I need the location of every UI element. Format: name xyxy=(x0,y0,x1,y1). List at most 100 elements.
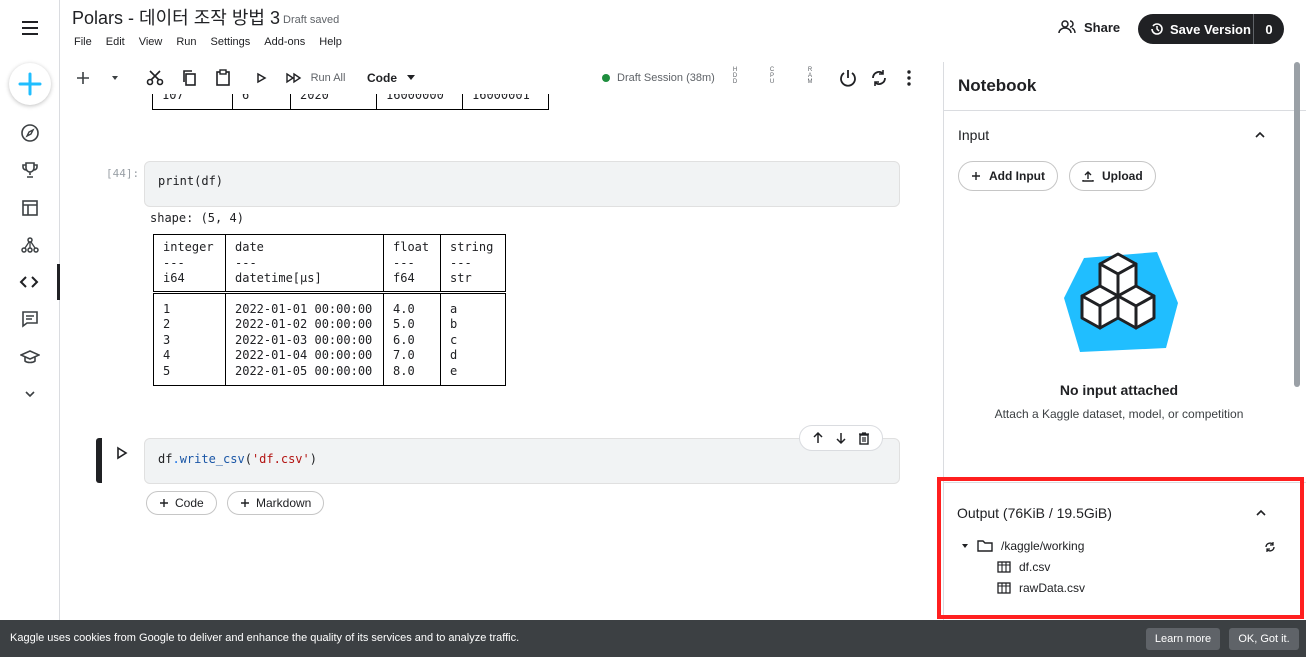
code-icon[interactable] xyxy=(0,264,60,300)
csv-file-icon xyxy=(997,561,1011,573)
session-dot-icon xyxy=(602,74,610,82)
chevron-down-icon[interactable] xyxy=(0,376,60,412)
column-header: float --- f64 xyxy=(383,234,441,292)
menu-file[interactable]: File xyxy=(74,36,92,48)
session-status[interactable]: Draft Session (38m) xyxy=(602,62,722,94)
add-code-label: Code xyxy=(175,496,204,510)
ok-got-it-button[interactable]: OK, Got it. xyxy=(1229,628,1299,650)
code-dot: . xyxy=(172,452,180,466)
output-section-heading[interactable]: Output (76KiB / 19.5GiB) xyxy=(957,505,1112,521)
compass-icon[interactable] xyxy=(0,115,60,151)
add-markdown-label: Markdown xyxy=(256,496,312,510)
upload-button[interactable]: Upload xyxy=(1069,161,1156,191)
add-code-cell-button[interactable]: Code xyxy=(146,491,217,515)
notebook-toolbar: Run All Code Draft Session (38m) HDD CPU… xyxy=(60,62,942,94)
share-button[interactable]: Share xyxy=(1058,19,1120,35)
folder-path: /kaggle/working xyxy=(1001,539,1085,553)
notebook-title[interactable]: Polars - 데이터 조작 방법 3 xyxy=(72,4,280,30)
create-new-button[interactable] xyxy=(9,63,51,105)
restart-icon[interactable] xyxy=(868,62,890,94)
menu-add-ons[interactable]: Add-ons xyxy=(264,36,305,48)
power-icon[interactable] xyxy=(836,62,860,94)
menu-run[interactable]: Run xyxy=(176,36,196,48)
upload-icon xyxy=(1082,171,1094,182)
code-cell-input[interactable]: print(df) xyxy=(144,161,900,207)
menu-view[interactable]: View xyxy=(139,36,163,48)
output-file-row[interactable]: df.csv xyxy=(997,560,1050,574)
cut-icon[interactable] xyxy=(144,62,166,94)
code-paren-open: ( xyxy=(244,452,252,466)
file-name: df.csv xyxy=(1019,560,1051,574)
move-down-icon[interactable] xyxy=(834,431,848,445)
column-values: 1 2 3 4 5 xyxy=(153,292,226,386)
output-section-highlight: Output (76KiB / 19.5GiB) /kaggle/working… xyxy=(937,477,1304,619)
models-icon[interactable] xyxy=(0,227,60,263)
code-paren-close: ) xyxy=(309,452,317,466)
delete-icon[interactable] xyxy=(857,431,871,445)
add-cell-dropdown-icon[interactable] xyxy=(108,62,122,94)
column-values: 4.0 5.0 6.0 7.0 8.0 xyxy=(383,292,441,386)
run-all-button[interactable]: Run All xyxy=(308,62,348,94)
panel-scrollbar[interactable] xyxy=(1294,62,1300,387)
plus-icon xyxy=(972,172,980,180)
table-cell: 16000001 xyxy=(462,94,549,109)
run-cell-play-icon[interactable] xyxy=(116,446,128,465)
table-cell: 6 xyxy=(232,94,291,109)
column-values: a b c d e xyxy=(440,292,506,386)
notebook-area: 107 6 2020 16000000 16000001 [44]: print… xyxy=(60,94,942,620)
divider xyxy=(944,110,1306,111)
input-section-heading[interactable]: Input xyxy=(958,127,989,143)
trophy-icon[interactable] xyxy=(0,152,60,188)
table-body-row: 1 2 3 4 5 2022-01-01 00:00:00 2022-01-02… xyxy=(153,292,506,386)
dataframe-output-table: integer --- i64 date --- datetime[μs] float -… xyxy=(153,234,506,386)
panel-title: Notebook xyxy=(958,76,1037,95)
add-input-label: Add Input xyxy=(989,169,1045,183)
cookie-banner: Kaggle uses cookies from Google to deliv… xyxy=(0,620,1306,657)
table-cell: 2020 xyxy=(290,94,377,109)
add-markdown-cell-button[interactable]: Markdown xyxy=(227,491,325,515)
no-input-title: No input attached xyxy=(1059,382,1179,398)
cpu-meter: CPU xyxy=(769,67,775,85)
menu-settings[interactable]: Settings xyxy=(211,36,251,48)
draft-status: Draft saved xyxy=(283,14,340,26)
paste-icon[interactable] xyxy=(212,62,234,94)
move-up-icon[interactable] xyxy=(811,431,825,445)
collapse-input-icon[interactable] xyxy=(1254,128,1266,146)
table-icon[interactable] xyxy=(0,190,60,226)
collapse-output-icon[interactable] xyxy=(1255,506,1267,524)
output-file-row[interactable]: rawData.csv xyxy=(997,581,1085,595)
run-cell-icon[interactable] xyxy=(252,62,270,94)
cell-type-select[interactable]: Code xyxy=(366,62,416,94)
code-cell-input-active[interactable]: df.write_csv('df.csv') xyxy=(144,438,900,484)
code-string: 'df.csv' xyxy=(251,452,310,466)
folder-icon xyxy=(977,540,993,552)
cookie-message: Kaggle uses cookies from Google to deliv… xyxy=(10,632,520,644)
save-version-button[interactable]: Save Version 0 xyxy=(1138,14,1284,44)
left-nav-rail xyxy=(0,0,60,620)
caret-down-icon[interactable] xyxy=(961,542,969,550)
csv-file-icon xyxy=(997,582,1011,594)
cell-type-value: Code xyxy=(367,71,397,85)
active-cell-indicator xyxy=(96,438,102,483)
history-icon xyxy=(1151,23,1163,35)
learn-icon[interactable] xyxy=(0,339,60,375)
hamburger-menu-icon[interactable] xyxy=(19,17,41,39)
column-header: string --- str xyxy=(440,234,506,292)
more-options-icon[interactable] xyxy=(900,62,918,94)
column-values: 2022-01-01 00:00:00 2022-01-02 00:00:00 … xyxy=(225,292,384,386)
table-header-row: integer --- i64 date --- datetime[μs] float -… xyxy=(153,234,506,292)
no-input-description: Attach a Kaggle dataset, model, or compe… xyxy=(994,407,1244,421)
plus-icon xyxy=(160,499,168,507)
refresh-output-icon[interactable] xyxy=(1263,540,1277,559)
add-input-button[interactable]: Add Input xyxy=(958,161,1058,191)
copy-icon[interactable] xyxy=(178,62,200,94)
save-version-label: Save Version xyxy=(1170,21,1251,37)
version-count[interactable]: 0 xyxy=(1254,22,1284,37)
discussion-icon[interactable] xyxy=(0,301,60,337)
run-all-icon[interactable] xyxy=(282,62,306,94)
add-cell-plus-icon[interactable] xyxy=(72,62,94,94)
output-folder-row[interactable]: /kaggle/working xyxy=(961,539,1084,553)
menu-edit[interactable]: Edit xyxy=(106,36,125,48)
learn-more-button[interactable]: Learn more xyxy=(1146,628,1220,650)
menu-help[interactable]: Help xyxy=(319,36,342,48)
